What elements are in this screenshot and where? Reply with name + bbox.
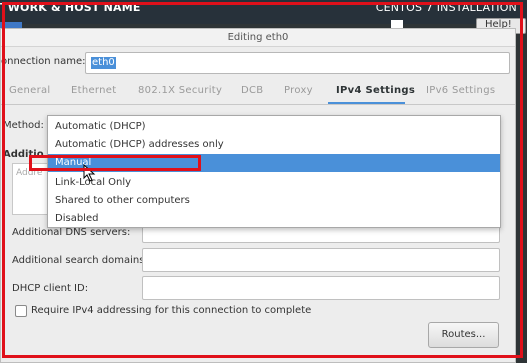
- method-option-automatic-dhcp-addresses-only[interactable]: Automatic (DHCP) addresses only: [48, 136, 500, 154]
- method-option-automatic-dhcp[interactable]: Automatic (DHCP): [48, 118, 500, 136]
- keyboard-layout-indicator[interactable]: [391, 20, 403, 28]
- method-option-manual[interactable]: Manual: [48, 154, 500, 172]
- tab-general[interactable]: General: [9, 85, 51, 96]
- method-label: Method:: [3, 120, 44, 131]
- method-option-disabled[interactable]: Disabled: [48, 210, 500, 228]
- dhcp-client-id-label: DHCP client ID:: [12, 283, 89, 294]
- addresses-section-label: Additio: [3, 149, 44, 160]
- search-domains-label: Additional search domains:: [12, 255, 148, 266]
- require-ipv4-checkbox[interactable]: [15, 305, 27, 317]
- settings-tabs: General Ethernet 802.1X Security DCB Pro…: [1, 79, 515, 105]
- spoke-title: TWORK & HOST NAME: [0, 1, 141, 14]
- require-ipv4-label: Require IPv4 addressing for this connect…: [31, 305, 312, 316]
- installer-title: CENTOS 7 INSTALLATION: [375, 1, 517, 14]
- top-bar: TWORK & HOST NAME CENTOS 7 INSTALLATION …: [0, 0, 527, 34]
- tab-dcb[interactable]: DCB: [241, 85, 263, 96]
- method-option-link-local-only[interactable]: Link-Local Only: [48, 174, 500, 192]
- edit-connection-dialog: Editing eth0 onnection name: eth0 Genera…: [0, 28, 516, 363]
- method-option-shared[interactable]: Shared to other computers: [48, 192, 500, 210]
- dhcp-client-id-input[interactable]: [142, 276, 500, 300]
- dns-servers-label: Additional DNS servers:: [12, 227, 131, 238]
- tab-proxy[interactable]: Proxy: [284, 85, 313, 96]
- search-domains-input[interactable]: [142, 248, 500, 272]
- tab-ipv6-settings[interactable]: IPv6 Settings: [426, 85, 495, 96]
- routes-button[interactable]: Routes...: [428, 322, 499, 348]
- mouse-cursor-icon: [83, 164, 96, 182]
- active-tab-indicator: [328, 102, 405, 104]
- address-column-header: Addre: [16, 168, 43, 178]
- tab-ipv4-settings[interactable]: IPv4 Settings: [336, 85, 415, 96]
- method-dropdown-list: Automatic (DHCP) Automatic (DHCP) addres…: [47, 115, 501, 228]
- connection-name-input[interactable]: eth0: [85, 52, 510, 74]
- connection-name-label: onnection name:: [1, 56, 86, 67]
- connection-name-value: eth0: [91, 57, 116, 69]
- tab-8021x-security[interactable]: 802.1X Security: [138, 85, 222, 96]
- dialog-title: Editing eth0: [1, 29, 515, 47]
- tab-ethernet[interactable]: Ethernet: [71, 85, 116, 96]
